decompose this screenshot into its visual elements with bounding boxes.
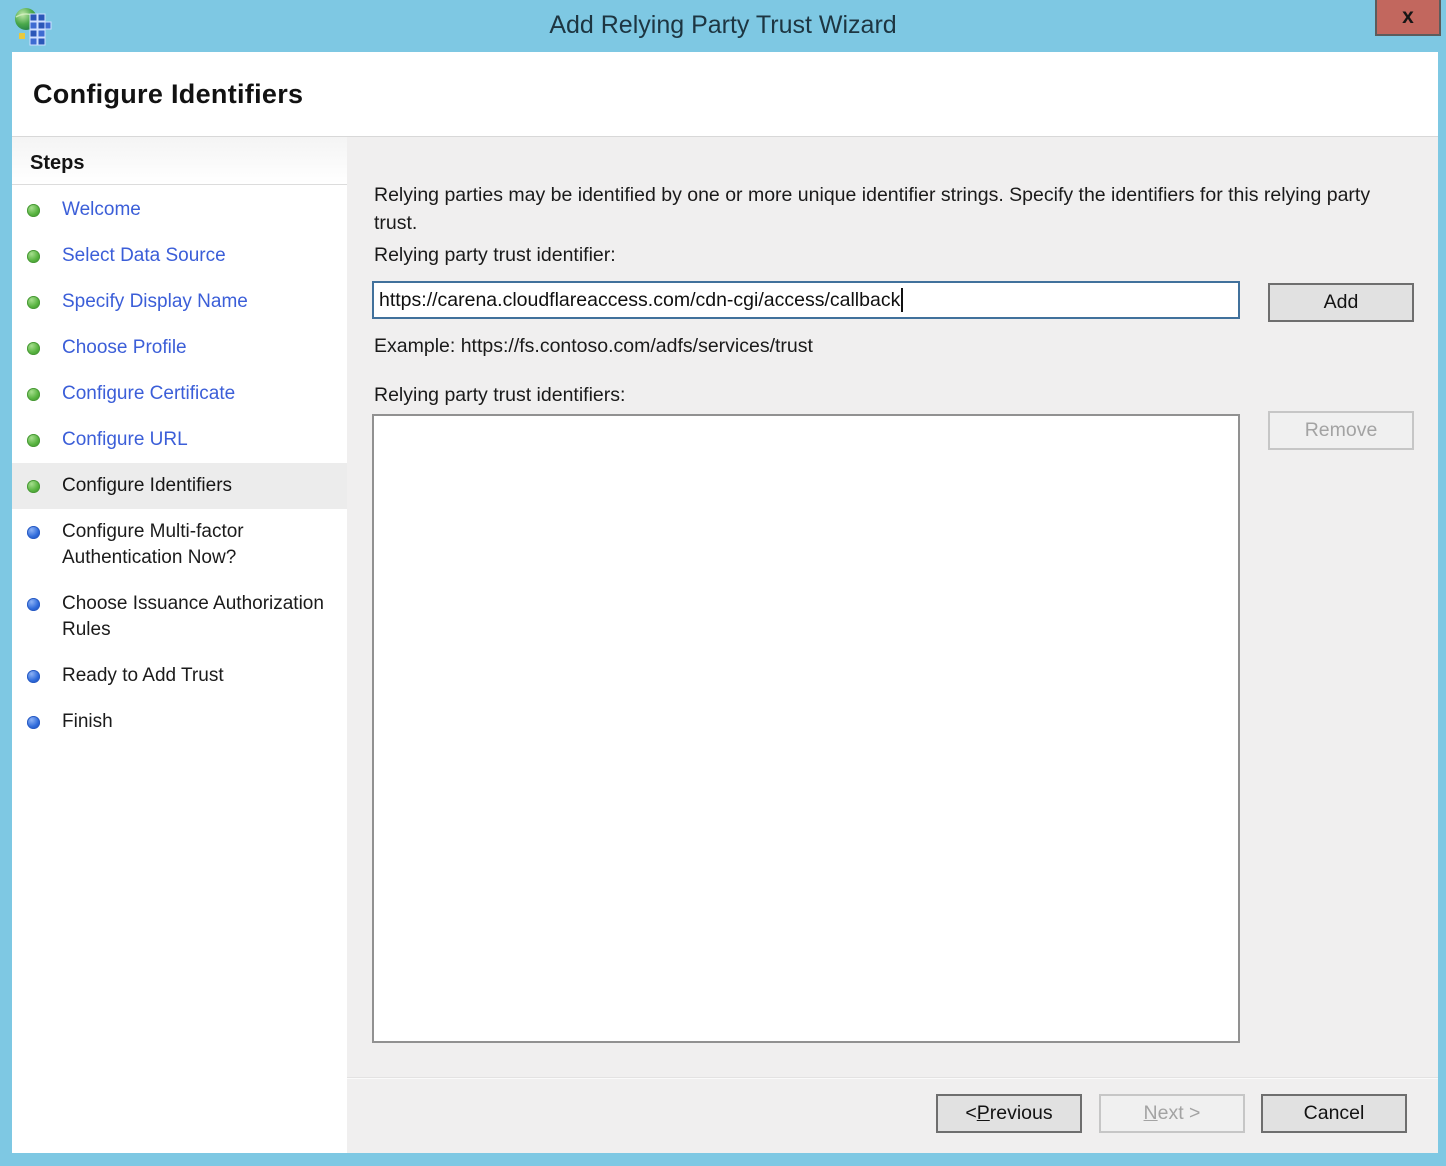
sidebar-item-finish: Finish bbox=[12, 699, 347, 745]
step-label: Choose Issuance Authorization Rules bbox=[62, 593, 324, 640]
page-title: Configure Identifiers bbox=[33, 79, 303, 110]
step-label: Configure Multi-factor Authentication No… bbox=[62, 521, 244, 568]
step-status-dot-icon bbox=[27, 598, 40, 611]
step-label: Select Data Source bbox=[62, 245, 226, 266]
sidebar-item-configure-certificate[interactable]: Configure Certificate bbox=[12, 371, 347, 417]
step-status-dot-icon bbox=[27, 434, 40, 447]
previous-button[interactable]: < Previous bbox=[936, 1094, 1082, 1133]
page-header: Configure Identifiers bbox=[12, 52, 1438, 137]
step-status-dot-icon bbox=[27, 670, 40, 683]
steps-list: Welcome Select Data Source Specify Displ… bbox=[12, 187, 347, 745]
window-title: Add Relying Party Trust Wizard bbox=[0, 0, 1446, 52]
identifier-input-value: https://carena.cloudflareaccess.com/cdn-… bbox=[379, 289, 900, 312]
step-label: Ready to Add Trust bbox=[62, 665, 224, 686]
step-label: Configure Identifiers bbox=[62, 475, 232, 496]
steps-title: Steps bbox=[12, 137, 347, 185]
sidebar-item-configure-identifiers: Configure Identifiers bbox=[12, 463, 347, 509]
close-button[interactable]: x bbox=[1375, 0, 1441, 36]
identifiers-listbox[interactable] bbox=[372, 414, 1240, 1043]
remove-button[interactable]: Remove bbox=[1268, 411, 1414, 450]
identifier-input[interactable]: https://carena.cloudflareaccess.com/cdn-… bbox=[372, 281, 1240, 319]
example-text: Example: https://fs.contoso.com/adfs/ser… bbox=[374, 335, 813, 358]
cancel-button[interactable]: Cancel bbox=[1261, 1094, 1407, 1133]
sidebar-item-configure-multi-factor-authentication-now: Configure Multi-factor Authentication No… bbox=[12, 509, 347, 581]
step-label: Specify Display Name bbox=[62, 291, 248, 312]
step-label: Choose Profile bbox=[62, 337, 187, 358]
sidebar-item-select-data-source[interactable]: Select Data Source bbox=[12, 233, 347, 279]
step-status-dot-icon bbox=[27, 526, 40, 539]
sidebar-item-choose-profile[interactable]: Choose Profile bbox=[12, 325, 347, 371]
step-status-dot-icon bbox=[27, 250, 40, 263]
sidebar-item-ready-to-add-trust: Ready to Add Trust bbox=[12, 653, 347, 699]
step-status-dot-icon bbox=[27, 716, 40, 729]
wizard-window: Add Relying Party Trust Wizard x Configu… bbox=[0, 0, 1446, 1166]
step-status-dot-icon bbox=[27, 342, 40, 355]
step-status-dot-icon bbox=[27, 296, 40, 309]
steps-panel: Steps Welcome Select Data Source Specify… bbox=[12, 137, 347, 1153]
sidebar-item-welcome[interactable]: Welcome bbox=[12, 187, 347, 233]
step-status-dot-icon bbox=[27, 204, 40, 217]
content-pane: Relying parties may be identified by one… bbox=[347, 137, 1438, 1077]
text-caret bbox=[901, 288, 903, 312]
step-label: Finish bbox=[62, 711, 113, 732]
sidebar-item-specify-display-name[interactable]: Specify Display Name bbox=[12, 279, 347, 325]
sidebar-item-choose-issuance-authorization-rules: Choose Issuance Authorization Rules bbox=[12, 581, 347, 653]
step-label: Welcome bbox=[62, 199, 141, 220]
identifier-label: Relying party trust identifier: bbox=[374, 244, 616, 267]
add-button[interactable]: Add bbox=[1268, 283, 1414, 322]
wizard-footer: < Previous Next > Cancel bbox=[347, 1077, 1438, 1153]
sidebar-item-configure-url[interactable]: Configure URL bbox=[12, 417, 347, 463]
step-status-dot-icon bbox=[27, 388, 40, 401]
intro-text: Relying parties may be identified by one… bbox=[374, 181, 1406, 237]
step-status-dot-icon bbox=[27, 480, 40, 493]
close-x-icon: x bbox=[1402, 5, 1414, 29]
titlebar: Add Relying Party Trust Wizard x bbox=[0, 0, 1446, 52]
next-button[interactable]: Next > bbox=[1099, 1094, 1245, 1133]
step-label: Configure Certificate bbox=[62, 383, 235, 404]
step-label: Configure URL bbox=[62, 429, 188, 450]
identifiers-list-label: Relying party trust identifiers: bbox=[374, 384, 625, 407]
